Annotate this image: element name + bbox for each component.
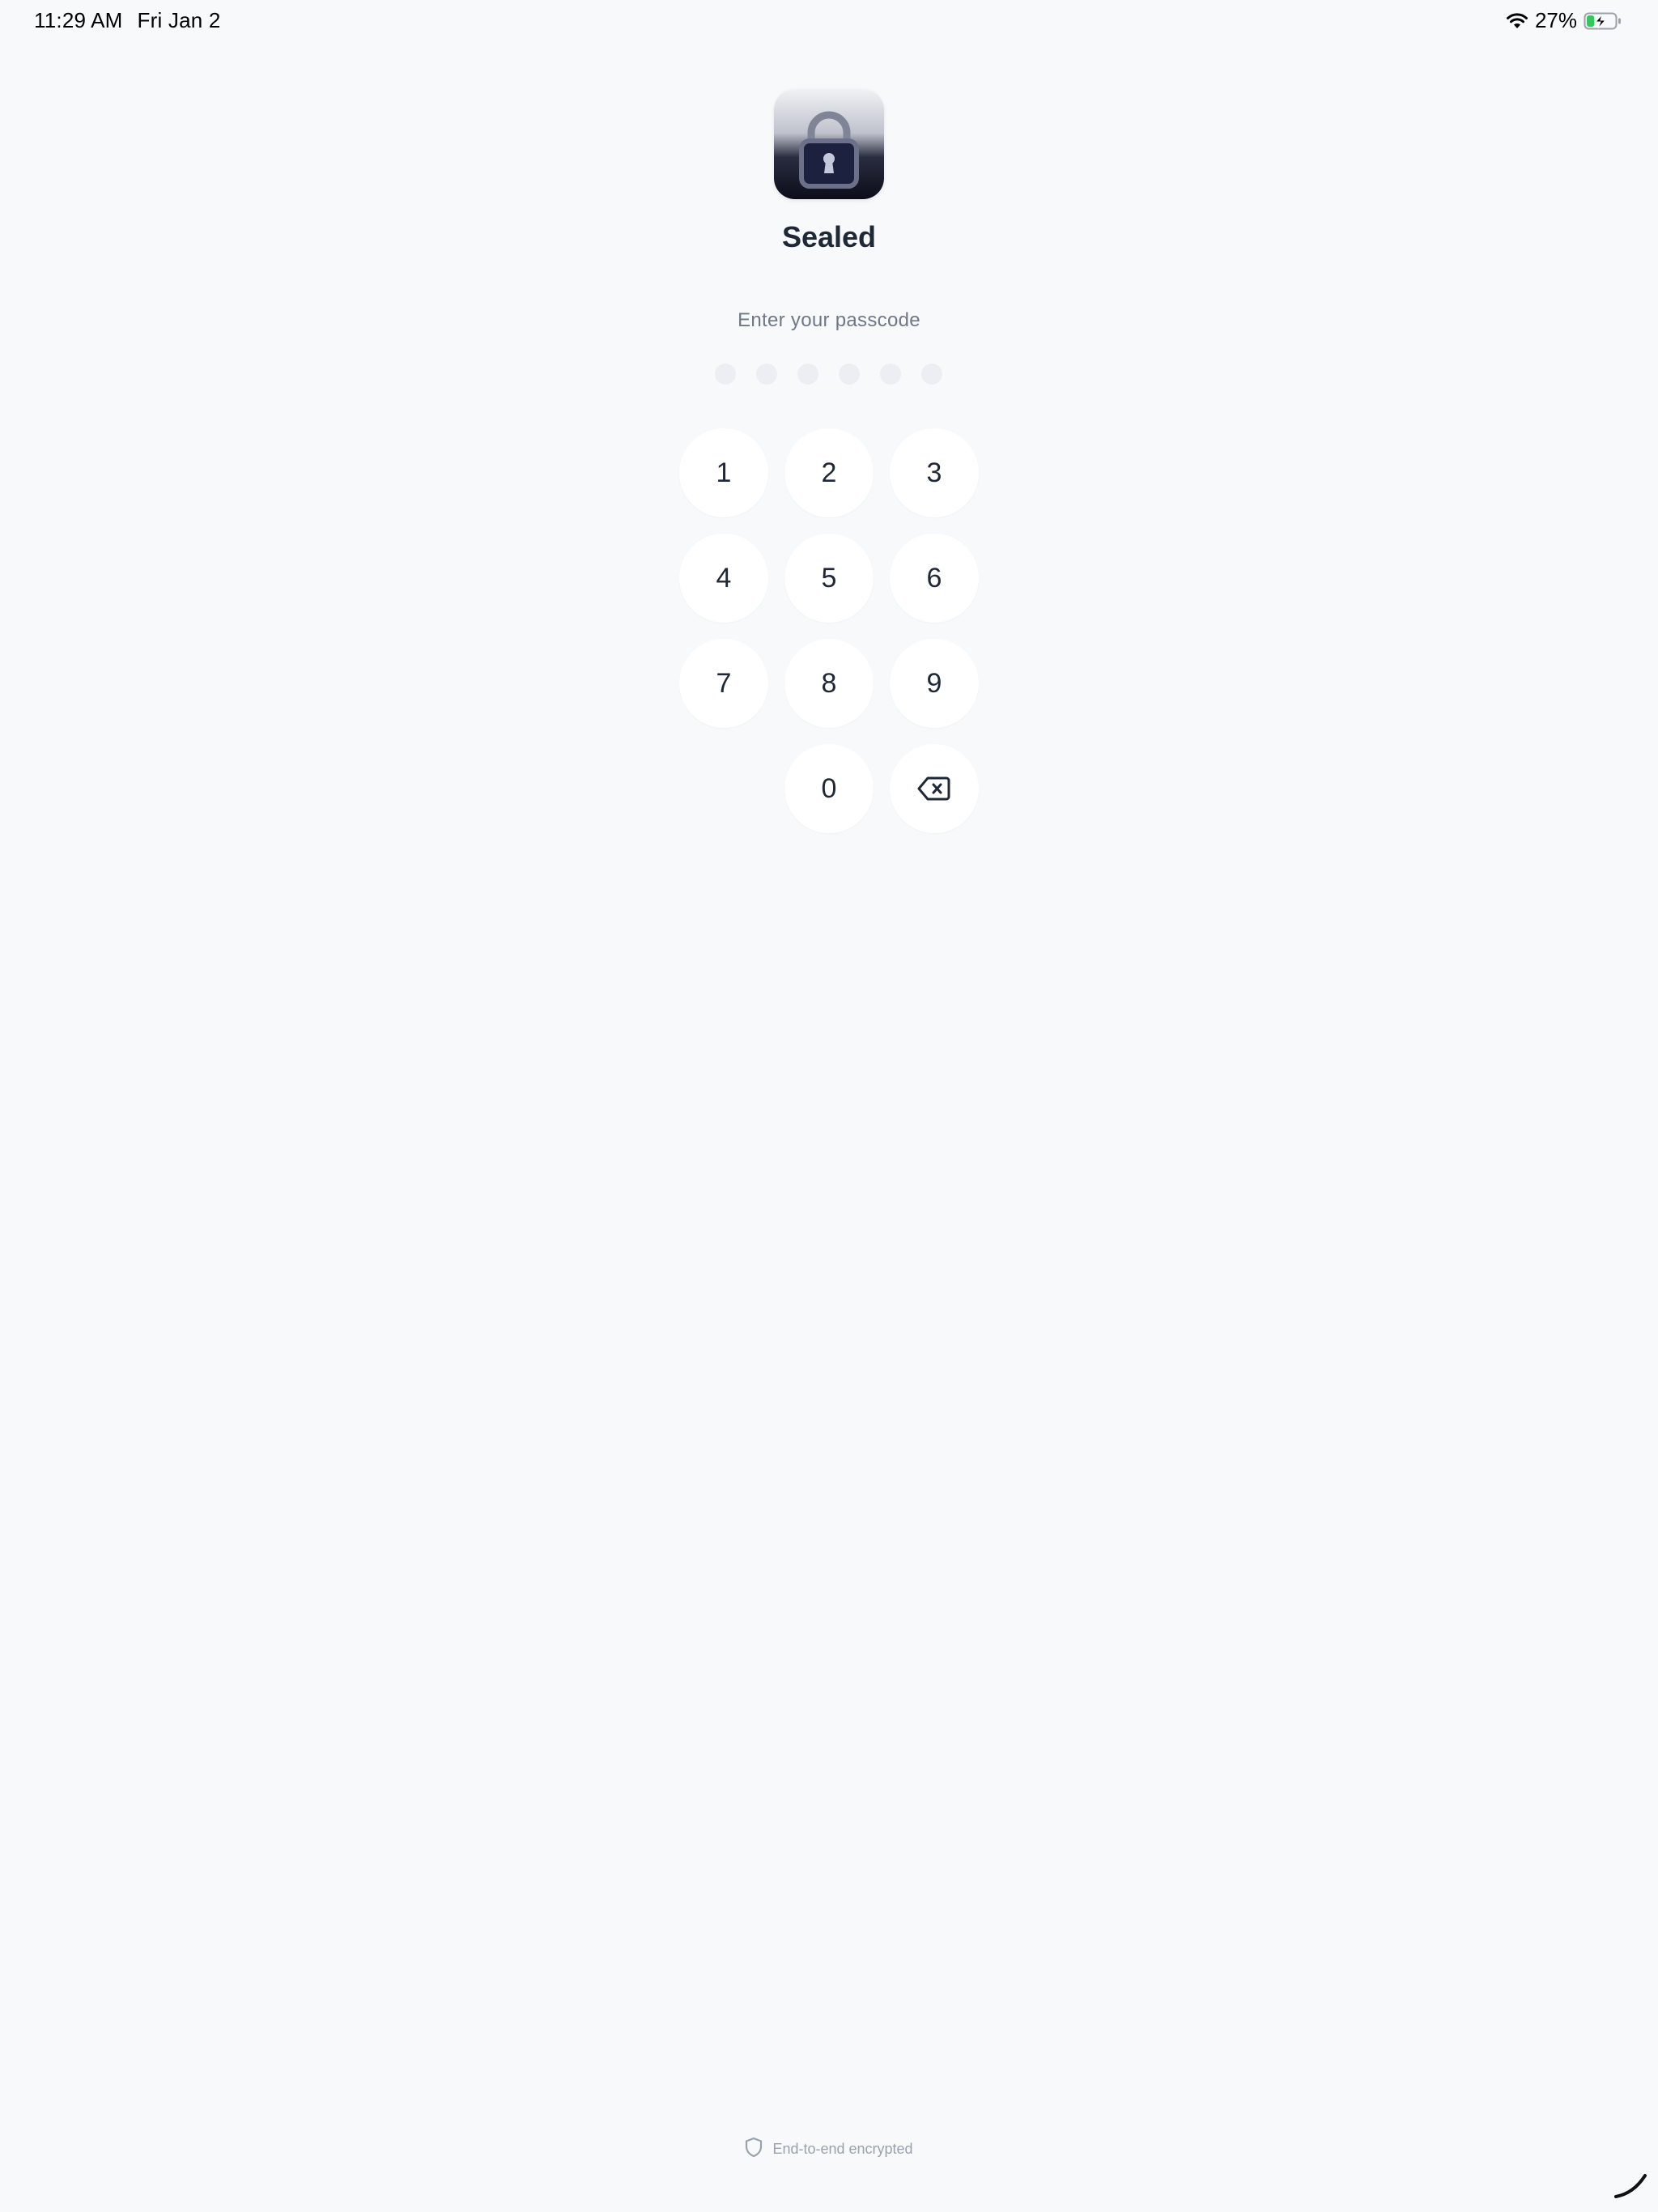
key-9[interactable]: 9 bbox=[890, 639, 979, 728]
status-bar: 11:29 AM Fri Jan 2 27% bbox=[0, 0, 1658, 45]
passcode-dots bbox=[715, 364, 942, 385]
delete-button[interactable] bbox=[890, 744, 979, 833]
key-4[interactable]: 4 bbox=[679, 534, 768, 623]
passcode-dot bbox=[921, 364, 942, 385]
passcode-dot bbox=[797, 364, 818, 385]
status-right: 27% bbox=[1506, 8, 1622, 33]
key-7[interactable]: 7 bbox=[679, 639, 768, 728]
status-left: 11:29 AM Fri Jan 2 bbox=[34, 8, 220, 33]
key-3[interactable]: 3 bbox=[890, 428, 979, 517]
key-6[interactable]: 6 bbox=[890, 534, 979, 623]
key-0[interactable]: 0 bbox=[784, 744, 874, 833]
passcode-dot bbox=[756, 364, 777, 385]
lock-icon bbox=[799, 111, 859, 189]
wifi-icon bbox=[1506, 12, 1528, 30]
footer: End-to-end encrypted bbox=[0, 2137, 1658, 2162]
battery-percent: 27% bbox=[1534, 8, 1577, 32]
status-date: Fri Jan 2 bbox=[137, 8, 221, 32]
passcode-prompt: Enter your passcode bbox=[738, 309, 920, 331]
passcode-dot bbox=[880, 364, 901, 385]
corner-mark bbox=[1611, 2161, 1652, 2206]
passcode-dot bbox=[839, 364, 860, 385]
app-title: Sealed bbox=[781, 220, 877, 253]
key-2[interactable]: 2 bbox=[784, 428, 874, 517]
backspace-icon bbox=[917, 776, 950, 801]
key-1[interactable]: 1 bbox=[679, 428, 768, 517]
passcode-dot bbox=[715, 364, 736, 385]
app-icon bbox=[774, 89, 884, 199]
key-5[interactable]: 5 bbox=[784, 534, 874, 623]
footer-text: End-to-end encrypted bbox=[772, 2141, 913, 2157]
key-8[interactable]: 8 bbox=[784, 639, 874, 728]
shield-icon bbox=[745, 2137, 763, 2162]
battery-icon bbox=[1584, 11, 1622, 31]
status-time: 11:29 AM bbox=[34, 8, 123, 32]
